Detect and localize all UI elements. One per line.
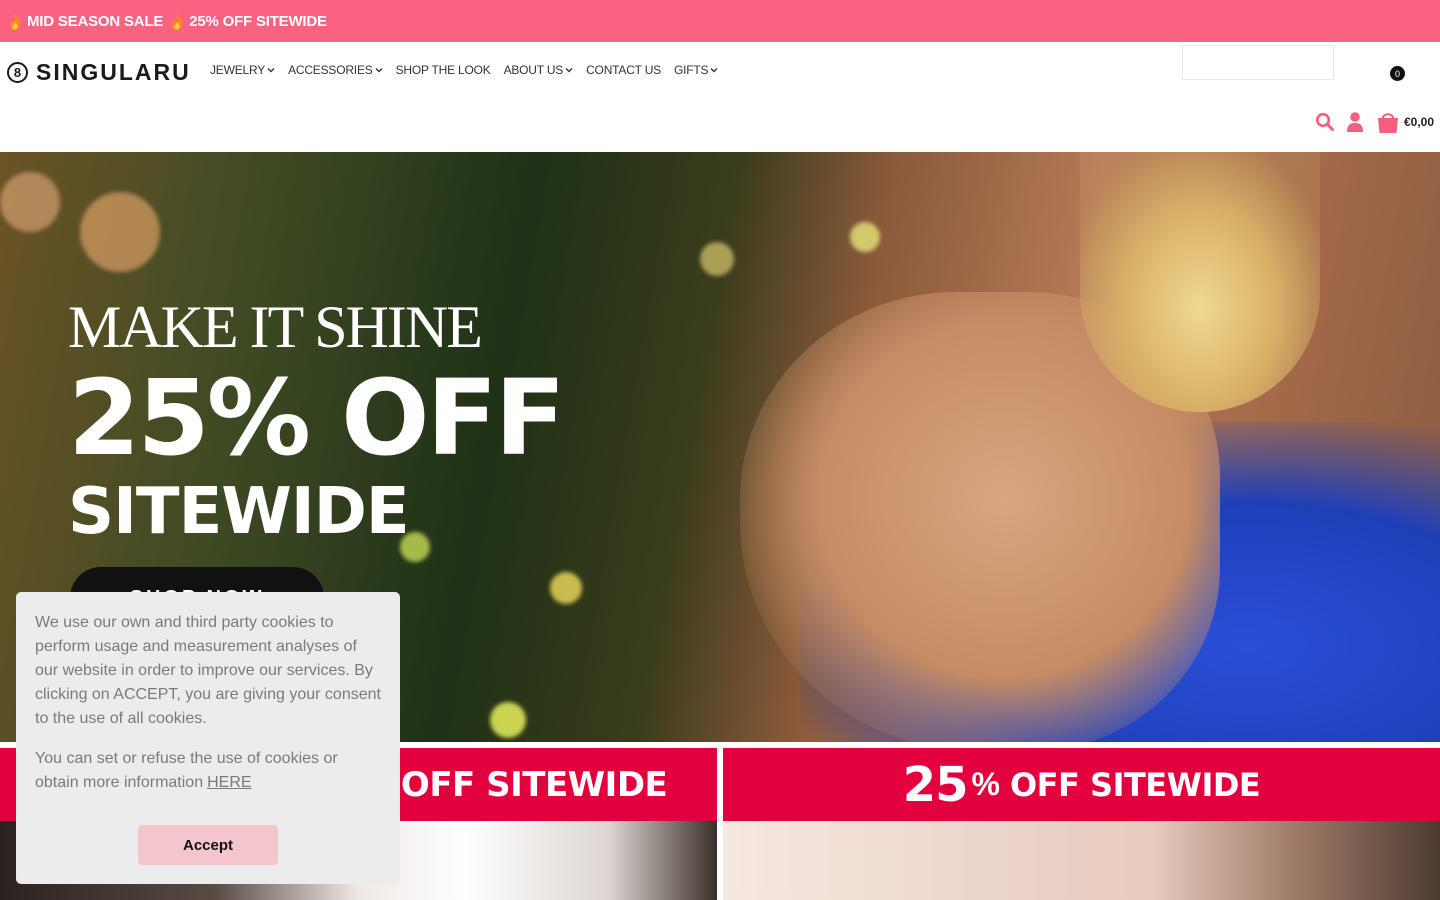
- logo-mark-icon: 8: [7, 62, 28, 83]
- main-nav: JEWELRY ACCESSORIES SHOP THE LOOK ABOUT …: [210, 63, 718, 77]
- promo-strip: 25 % OFF SITEWIDE: [723, 748, 1440, 821]
- nav-item-gifts[interactable]: GIFTS: [674, 63, 718, 77]
- announcement-bar: MID SEASON SALE 25% OFF SITEWIDE: [0, 0, 1440, 42]
- cookie-more-info: You can set or refuse the use of cookies…: [35, 747, 381, 795]
- cart-count-badge: 0: [1390, 66, 1405, 81]
- bokeh-light: [0, 172, 60, 232]
- promo-percent-number: 25: [902, 756, 969, 813]
- champagne-glass: [1080, 152, 1320, 412]
- chevron-down-icon: [375, 68, 383, 73]
- chevron-down-icon: [267, 68, 275, 73]
- site-header: 8 SINGULARU JEWELRY ACCESSORIES SHOP THE…: [0, 42, 1440, 152]
- hero-line-3: SITEWIDE: [68, 475, 410, 549]
- cookie-more-info-text: You can set or refuse the use of cookies…: [35, 750, 338, 791]
- nav-label: SHOP THE LOOK: [395, 63, 491, 77]
- promo-text: OFF SITEWIDE: [1009, 765, 1261, 804]
- user-icon: [1347, 112, 1363, 132]
- nav-item-about-us[interactable]: ABOUT US: [504, 63, 574, 77]
- header-actions: €0,00: [1314, 110, 1434, 134]
- chevron-down-icon: [565, 68, 573, 73]
- nav-item-contact-us[interactable]: CONTACT US: [586, 63, 661, 77]
- cookie-consent-dialog: We use our own and third party cookies t…: [16, 592, 400, 884]
- search-button[interactable]: [1314, 111, 1336, 133]
- site-logo[interactable]: 8 SINGULARU: [7, 59, 191, 86]
- announcement-text-1: MID SEASON SALE: [27, 12, 164, 30]
- announcement-text-2: 25% OFF SITEWIDE: [189, 12, 327, 30]
- cart-total: €0,00: [1404, 115, 1435, 129]
- flame-icon: [10, 14, 21, 30]
- hero-headline: MAKE IT SHINE 25% OFF SITEWIDE: [68, 292, 566, 550]
- hero-line-2: 25% OFF: [68, 357, 566, 479]
- nav-label: ACCESSORIES: [288, 63, 373, 77]
- promo-banner-right[interactable]: 25 % OFF SITEWIDE: [723, 748, 1440, 900]
- bokeh-light: [700, 242, 734, 276]
- cookie-message: We use our own and third party cookies t…: [35, 614, 381, 727]
- search-icon: [1315, 112, 1334, 131]
- cookie-info-link[interactable]: HERE: [207, 774, 251, 791]
- bokeh-light: [80, 192, 160, 272]
- nav-item-accessories[interactable]: ACCESSORIES: [288, 63, 383, 77]
- cart-button[interactable]: €0,00: [1376, 110, 1434, 134]
- nav-label: JEWELRY: [210, 63, 266, 77]
- nav-label: CONTACT US: [586, 63, 661, 77]
- accept-cookies-button[interactable]: Accept: [138, 825, 278, 865]
- nav-label: GIFTS: [674, 63, 709, 77]
- logo-text: SINGULARU: [36, 59, 191, 85]
- promo-photo: [723, 821, 1440, 900]
- promo-percent-sign: %: [971, 766, 1000, 802]
- bokeh-light: [850, 222, 880, 252]
- flame-icon: [172, 14, 183, 30]
- hero-line-1: MAKE IT SHINE: [68, 294, 483, 360]
- nav-label: ABOUT US: [503, 63, 564, 77]
- account-button[interactable]: [1344, 111, 1366, 133]
- bokeh-light: [550, 572, 582, 604]
- search-input[interactable]: [1182, 45, 1334, 80]
- chevron-down-icon: [710, 68, 718, 73]
- shopping-bag-icon: [1378, 113, 1398, 133]
- nav-item-jewelry[interactable]: JEWELRY: [210, 63, 275, 77]
- nav-item-shop-the-look[interactable]: SHOP THE LOOK: [396, 63, 491, 77]
- bokeh-light: [490, 702, 526, 738]
